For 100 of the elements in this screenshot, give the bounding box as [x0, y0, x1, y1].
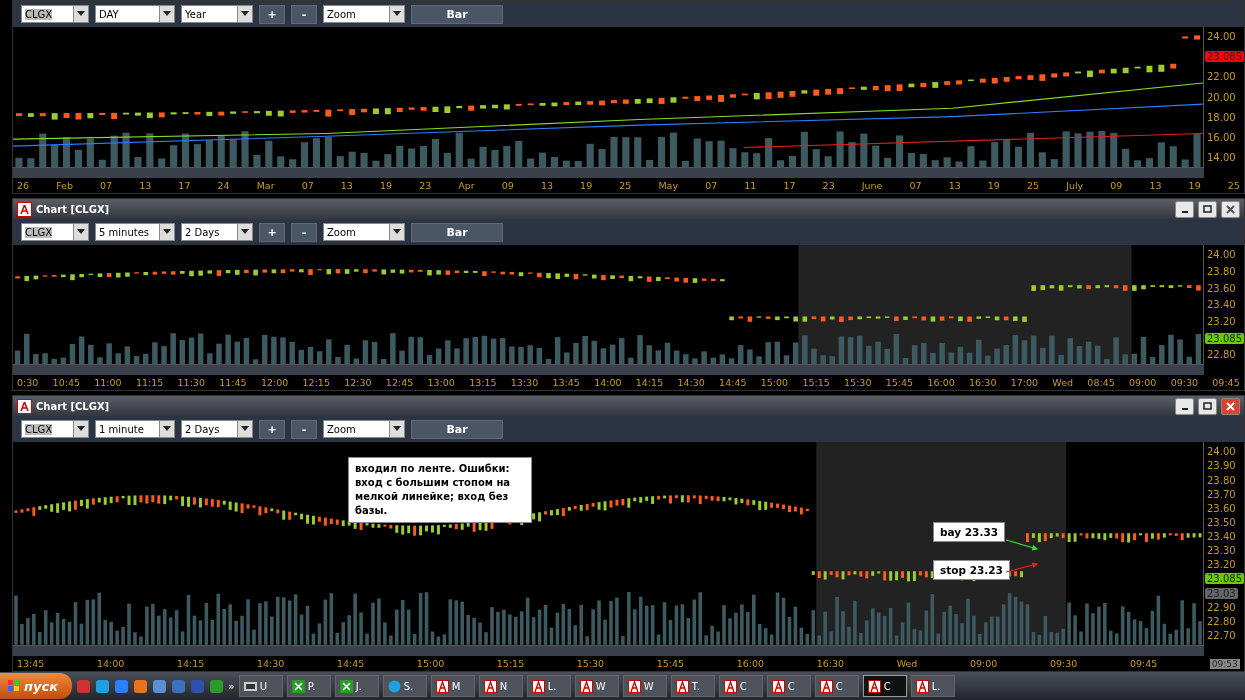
maximize-button[interactable] — [1198, 200, 1217, 218]
time-axis-label: 11 — [744, 180, 757, 192]
maximize-button[interactable] — [1198, 397, 1217, 415]
taskbar-item[interactable]: W — [574, 675, 619, 697]
chart-app-icon — [627, 679, 641, 693]
time-axis-label: 13:45 — [17, 658, 45, 669]
time-axis-label: 17 — [783, 180, 796, 192]
taskbar-item[interactable]: P. — [286, 675, 331, 697]
time-axis-label: 09 — [501, 180, 514, 192]
minimize-button[interactable] — [1175, 397, 1194, 415]
time-axis-label: 09:00 — [1129, 377, 1157, 389]
time-axis-label: 26 — [17, 180, 30, 192]
zoom-select[interactable]: Zoom — [323, 420, 405, 439]
time-axis-label: July — [1066, 180, 1084, 192]
time-axis-label: 19 — [987, 180, 1000, 192]
time-axis-label: 13 — [340, 180, 353, 192]
taskbar-item[interactable]: W — [622, 675, 667, 697]
time-axis-label: 12:00 — [260, 377, 289, 389]
price-axis-label: 23.50 — [1206, 516, 1237, 528]
quick-launch-icon[interactable] — [209, 678, 224, 694]
zoom-in-button[interactable]: + — [259, 419, 285, 439]
zoom-out-button[interactable]: - — [291, 4, 317, 24]
interval-select[interactable]: DAY — [95, 5, 175, 23]
zoom-select[interactable]: Zoom — [323, 223, 405, 242]
more-chevron[interactable]: » — [228, 679, 235, 693]
quick-launch-icon[interactable] — [133, 678, 148, 694]
taskbar-item[interactable]: M — [430, 675, 475, 697]
chart-app-icon — [771, 679, 785, 693]
annotation-note: входил по ленте. Ошибки: вход с большим стопом на мелкой линейке; вход без базы. — [348, 457, 532, 524]
taskbar-item[interactable]: T. — [670, 675, 715, 697]
chart-app-icon — [579, 679, 593, 693]
chart-style-button[interactable]: Bar — [411, 419, 503, 439]
start-button[interactable]: пуск — [0, 673, 72, 699]
price-badge: 23.085 — [1205, 332, 1244, 344]
interval-select[interactable]: 5 minutes — [95, 223, 175, 242]
quick-launch-icon[interactable] — [114, 678, 129, 694]
chart-scrollbar[interactable] — [13, 645, 1204, 656]
time-axis-label: 09:30 — [1049, 658, 1078, 669]
taskbar-item[interactable]: L. — [910, 675, 955, 697]
quick-launch-icon[interactable] — [171, 678, 186, 694]
close-button[interactable] — [1221, 200, 1240, 218]
taskbar-item[interactable]: S. — [382, 675, 427, 697]
range-select[interactable]: 2 Days — [181, 420, 253, 439]
taskbar-item[interactable]: C — [766, 675, 811, 697]
window-title: Chart [CLGX] — [36, 203, 111, 215]
zoom-in-button[interactable]: + — [259, 4, 285, 24]
dropdown-caret-icon — [77, 229, 85, 236]
time-axis-label: 12:45 — [385, 377, 414, 389]
time-axis-label: 13 — [540, 180, 554, 192]
time-axis-label: 09:45 — [1212, 377, 1240, 389]
price-axis-label: 23.90 — [1206, 460, 1237, 472]
time-axis-label: 14:15 — [176, 658, 205, 669]
dropdown-caret-icon — [241, 426, 249, 433]
maximize-icon — [1203, 205, 1212, 214]
range-select[interactable]: Year — [181, 5, 253, 23]
dropdown-caret-icon — [163, 229, 171, 236]
quick-launch-icon[interactable] — [76, 678, 91, 694]
chart-scrollbar[interactable] — [13, 167, 1204, 179]
minimize-button[interactable] — [1175, 200, 1194, 218]
dropdown-caret-icon — [393, 426, 401, 433]
zoom-out-button[interactable]: - — [291, 419, 317, 439]
price-axis-label: 24.00 — [1206, 446, 1237, 458]
chart-style-button[interactable]: Bar — [411, 222, 503, 242]
range-select[interactable]: 2 Days — [181, 223, 253, 242]
price-axis-label: 24.00 — [1206, 31, 1237, 42]
taskbar-item[interactable]: C — [862, 675, 907, 697]
symbol-select[interactable]: CLGX — [21, 5, 89, 23]
price-axis-label: 22.80 — [1206, 349, 1237, 361]
taskbar-item[interactable]: N — [478, 675, 523, 697]
dropdown-caret-icon — [241, 229, 249, 236]
time-axis-label: 13 — [139, 180, 152, 192]
taskbar-item[interactable]: C — [814, 675, 859, 697]
quick-launch-icon[interactable] — [95, 678, 110, 694]
zoom-in-button[interactable]: + — [259, 222, 285, 242]
time-axis-label: 13:15 — [469, 377, 497, 389]
cross-app-icon — [291, 679, 305, 693]
dropdown-caret-icon — [163, 11, 171, 17]
taskbar-item[interactable]: J. — [334, 675, 379, 697]
price-axis-label: 23.20 — [1206, 315, 1237, 327]
time-axis-label: Feb — [56, 180, 73, 192]
quick-launch-icon[interactable] — [152, 678, 167, 694]
chart-style-button[interactable]: Bar — [411, 4, 503, 24]
time-axis-label: 24 — [217, 180, 230, 192]
taskbar-item[interactable]: C — [718, 675, 763, 697]
dropdown-caret-icon — [163, 426, 171, 433]
maximize-icon — [1203, 402, 1212, 411]
zoom-out-button[interactable]: - — [291, 222, 317, 242]
symbol-select[interactable]: CLGX — [21, 223, 89, 242]
zoom-select[interactable]: Zoom — [323, 5, 405, 23]
time-axis-label: 11:00 — [94, 377, 122, 389]
taskbar-item[interactable]: L. — [526, 675, 571, 697]
price-axis-label: 22.70 — [1206, 629, 1237, 641]
chart-scrollbar[interactable] — [13, 364, 1204, 376]
time-axis-label: 07 — [705, 180, 718, 192]
time-axis-label: 16:00 — [736, 658, 765, 669]
close-button[interactable] — [1221, 397, 1240, 415]
taskbar-item[interactable]: U — [238, 675, 283, 697]
price-axis-label: 22.80 — [1206, 615, 1237, 627]
symbol-select[interactable]: CLGX — [21, 420, 89, 439]
interval-select[interactable]: 1 minute — [95, 420, 175, 439]
